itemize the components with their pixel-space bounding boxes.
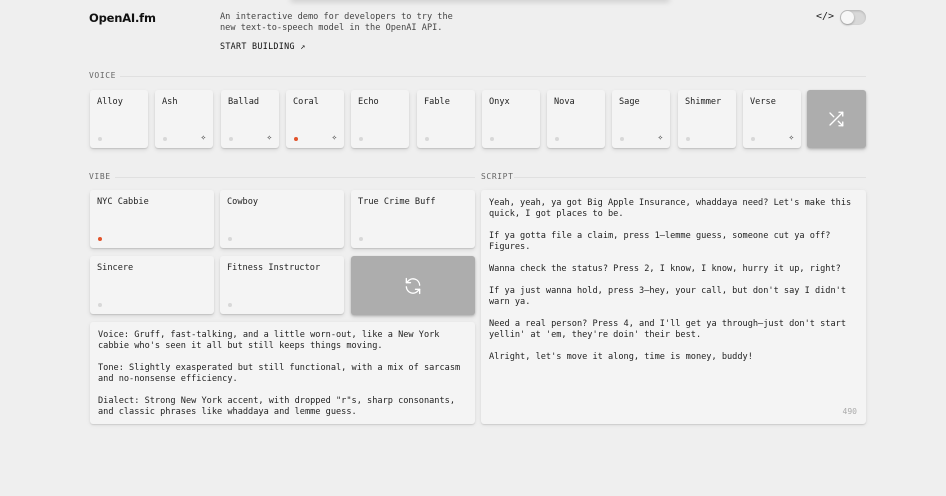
selection-indicator bbox=[425, 137, 429, 141]
voice-option-ballad[interactable]: Ballad ✧ bbox=[221, 90, 279, 148]
voice-label: Coral bbox=[293, 97, 319, 107]
voice-label: Onyx bbox=[489, 97, 510, 107]
voice-option-echo[interactable]: Echo bbox=[351, 90, 409, 148]
selection-indicator bbox=[686, 137, 690, 141]
voice-label: Echo bbox=[358, 97, 379, 107]
toggle-knob bbox=[841, 11, 854, 24]
voice-option-sage[interactable]: Sage ✧ bbox=[612, 90, 670, 148]
selection-indicator bbox=[555, 137, 559, 141]
selection-indicator bbox=[98, 303, 102, 307]
vibe-option-sincere[interactable]: Sincere bbox=[90, 256, 214, 314]
refresh-vibes-button[interactable] bbox=[351, 256, 475, 315]
voice-option-shimmer[interactable]: Shimmer bbox=[678, 90, 736, 148]
voice-label: Alloy bbox=[97, 97, 123, 107]
vibe-description[interactable]: Voice: Gruff, fast-talking, and a little… bbox=[90, 322, 475, 424]
script-paragraph: Alright, let's move it along, time is mo… bbox=[489, 352, 753, 362]
vibe-description-line: Voice: Gruff, fast-talking, and a little… bbox=[98, 330, 445, 351]
intro-text: An interactive demo for developers to tr… bbox=[220, 12, 453, 33]
vibe-option-true-crime-buff[interactable]: True Crime Buff bbox=[351, 190, 475, 248]
script-paragraph: If ya gotta file a claim, press 1—lemme … bbox=[489, 231, 836, 252]
voice-label: Ash bbox=[162, 97, 178, 107]
sparkle-icon: ✧ bbox=[331, 133, 337, 143]
sparkle-icon: ✧ bbox=[266, 133, 272, 143]
vibe-label: Cowboy bbox=[227, 197, 259, 207]
shuffle-icon bbox=[829, 111, 844, 127]
voice-section-label: VOICE bbox=[89, 71, 117, 80]
start-building-link[interactable]: START BUILDING ↗ bbox=[220, 41, 305, 51]
selection-indicator bbox=[294, 137, 298, 141]
selection-indicator bbox=[359, 137, 363, 141]
selection-indicator bbox=[98, 237, 102, 241]
voice-option-ash[interactable]: Ash ✧ bbox=[155, 90, 213, 148]
vibe-option-nyc-cabbie[interactable]: NYC Cabbie bbox=[90, 190, 214, 248]
script-text: Yeah, yeah, ya got Big Apple Insurance, … bbox=[489, 198, 858, 363]
script-section-label: SCRIPT bbox=[481, 172, 514, 181]
sparkle-icon: ✧ bbox=[657, 133, 663, 143]
selection-indicator bbox=[163, 137, 167, 141]
script-paragraph: If ya just wanna hold, press 3—hey, your… bbox=[489, 286, 852, 307]
voice-label: Ballad bbox=[228, 97, 260, 107]
voice-label: Nova bbox=[554, 97, 575, 107]
selection-indicator bbox=[620, 137, 624, 141]
vibe-description-line: Tone: Slightly exasperated but still fun… bbox=[98, 363, 466, 384]
script-textarea[interactable]: Yeah, yeah, ya got Big Apple Insurance, … bbox=[481, 190, 866, 424]
voice-option-alloy[interactable]: Alloy bbox=[90, 90, 148, 148]
shuffle-voice-button[interactable] bbox=[807, 90, 866, 148]
vibe-label: NYC Cabbie bbox=[97, 197, 149, 207]
voice-option-onyx[interactable]: Onyx bbox=[482, 90, 540, 148]
vibe-label: Sincere bbox=[97, 263, 134, 273]
code-icon[interactable]: </> bbox=[816, 11, 834, 22]
dev-mode-toggle[interactable] bbox=[840, 10, 866, 25]
script-divider bbox=[514, 177, 866, 178]
selection-indicator bbox=[490, 137, 494, 141]
script-paragraph: Wanna check the status? Press 2, I know,… bbox=[489, 264, 841, 274]
vibe-option-fitness-instructor[interactable]: Fitness Instructor bbox=[220, 256, 344, 314]
selection-indicator bbox=[98, 137, 102, 141]
vibe-section-label: VIBE bbox=[89, 172, 111, 181]
vibe-divider bbox=[115, 177, 475, 178]
voice-option-fable[interactable]: Fable bbox=[417, 90, 475, 148]
voice-label: Verse bbox=[750, 97, 776, 107]
selection-indicator bbox=[228, 237, 232, 241]
voice-option-nova[interactable]: Nova bbox=[547, 90, 605, 148]
voice-label: Fable bbox=[424, 97, 450, 107]
character-count: 490 bbox=[842, 407, 857, 416]
voice-divider bbox=[120, 76, 866, 77]
sparkle-icon: ✧ bbox=[788, 133, 794, 143]
sparkle-icon: ✧ bbox=[200, 133, 206, 143]
refresh-icon bbox=[405, 277, 421, 295]
vibe-label: Fitness Instructor bbox=[227, 263, 321, 273]
selection-indicator bbox=[228, 303, 232, 307]
voice-option-coral[interactable]: Coral ✧ bbox=[286, 90, 344, 148]
vibe-description-line: Dialect: Strong New York accent, with dr… bbox=[98, 396, 461, 417]
script-paragraph: Need a real person? Press 4, and I'll ge… bbox=[489, 319, 852, 340]
voice-label: Shimmer bbox=[685, 97, 722, 107]
vibe-label: True Crime Buff bbox=[358, 197, 436, 207]
logo: OpenAI.fm bbox=[89, 11, 156, 25]
vibe-option-cowboy[interactable]: Cowboy bbox=[220, 190, 344, 248]
selection-indicator bbox=[359, 237, 363, 241]
voice-label: Sage bbox=[619, 97, 640, 107]
script-paragraph: Yeah, yeah, ya got Big Apple Insurance, … bbox=[489, 198, 857, 219]
selection-indicator bbox=[751, 137, 755, 141]
selection-indicator bbox=[229, 137, 233, 141]
voice-option-verse[interactable]: Verse ✧ bbox=[743, 90, 801, 148]
